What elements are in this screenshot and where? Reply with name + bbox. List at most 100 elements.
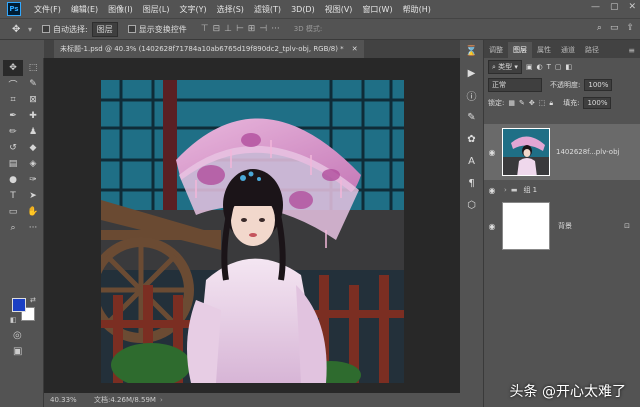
status-arrow-icon[interactable]: › [160, 396, 163, 404]
dropdown-arrow-icon[interactable]: ▾ [28, 25, 32, 34]
layer-item-group[interactable]: ◉ › ▬ 组 1 [484, 182, 640, 198]
menu-select[interactable]: 选择(S) [212, 4, 249, 15]
canvas-photo[interactable] [101, 80, 404, 383]
tab-channels[interactable]: 通道 [556, 42, 580, 58]
dodge-tool-icon[interactable]: ● [3, 172, 23, 188]
filter-smart-icon[interactable]: ◧ [566, 63, 573, 71]
lock-position-icon[interactable]: ✥ [529, 99, 535, 107]
healing-brush-tool-icon[interactable]: ✚ [23, 108, 43, 124]
eraser-tool-icon[interactable]: ◆ [23, 140, 43, 156]
more-options-icon[interactable]: ··· [271, 24, 280, 34]
menu-file[interactable]: 文件(F) [29, 4, 66, 15]
lock-artboard-icon[interactable]: ⬚ [539, 99, 546, 107]
rectangle-tool-icon[interactable]: ▭ [3, 204, 23, 220]
type-tool-icon[interactable]: T [3, 188, 23, 204]
align-right-icon[interactable]: ⊣ [259, 24, 267, 34]
blur-tool-icon[interactable]: ◈ [23, 156, 43, 172]
brush-tool-icon[interactable]: ✏ [3, 124, 23, 140]
marquee-tool-icon[interactable]: ⬚ [23, 60, 43, 76]
foreground-color-swatch[interactable] [12, 298, 26, 312]
menu-view[interactable]: 视图(V) [320, 4, 358, 15]
frame-tool-icon[interactable]: ⊠ [23, 92, 43, 108]
3d-icon[interactable]: ⬡ [460, 194, 483, 216]
menu-filter[interactable]: 滤镜(T) [249, 4, 286, 15]
chevron-right-icon[interactable]: › [504, 186, 507, 194]
blend-mode-dropdown[interactable]: 正常 [488, 78, 542, 92]
move-tool-icon[interactable]: ✥ [3, 60, 23, 76]
quick-select-tool-icon[interactable]: ✎ [23, 76, 43, 92]
panel-menu-icon[interactable]: ≡ [623, 43, 640, 58]
gradient-tool-icon[interactable]: ▤ [3, 156, 23, 172]
maximize-button[interactable]: ▢ [610, 2, 619, 12]
search-icon[interactable]: ⌕ [597, 23, 602, 33]
layer-name[interactable]: 1402628f...plv-obj [556, 148, 619, 156]
swap-colors-icon[interactable]: ⇄ [30, 296, 36, 304]
default-colors-icon[interactable]: ◧ [10, 316, 17, 324]
lasso-tool-icon[interactable]: ⌒ [3, 76, 23, 92]
canvas-area[interactable] [44, 58, 460, 393]
layer-name[interactable]: 背景 [558, 221, 572, 231]
lock-all-icon[interactable]: 🔒︎ [549, 99, 553, 108]
brush-settings-icon[interactable]: ✎ [460, 106, 483, 128]
share-icon[interactable]: ⇪ [626, 23, 634, 33]
eye-icon[interactable]: ◉ [484, 186, 500, 195]
brushes-icon[interactable]: ✿ [460, 128, 483, 150]
menu-edit[interactable]: 编辑(E) [66, 4, 103, 15]
minimize-button[interactable]: — [591, 2, 600, 12]
fill-input[interactable]: 100% [583, 97, 612, 109]
eyedropper-tool-icon[interactable]: ✒ [3, 108, 23, 124]
path-select-tool-icon[interactable]: ➤ [23, 188, 43, 204]
eye-icon[interactable]: ◉ [484, 148, 500, 157]
menu-help[interactable]: 帮助(H) [398, 4, 436, 15]
document-tab[interactable]: 未标题-1.psd @ 40.3% (1402628f71784a10ab676… [54, 40, 364, 58]
auto-select-dropdown[interactable]: 图层 [91, 21, 118, 37]
menu-window[interactable]: 窗口(W) [357, 4, 397, 15]
tab-adjustments[interactable]: 调整 [484, 42, 508, 58]
tab-properties[interactable]: 属性 [532, 42, 556, 58]
crop-tool-icon[interactable]: ⌗ [3, 92, 23, 108]
align-center-icon[interactable]: ⊞ [248, 24, 256, 34]
hand-tool-icon[interactable]: ✋ [23, 204, 43, 220]
layer-filter-dropdown[interactable]: ⌕ 类型 ▾ [488, 60, 522, 74]
close-window-button[interactable]: ✕ [628, 2, 636, 12]
history-brush-tool-icon[interactable]: ↺ [3, 140, 23, 156]
character-icon[interactable]: A [460, 150, 483, 172]
align-middle-icon[interactable]: ⊟ [213, 24, 221, 34]
auto-select-checkbox[interactable] [42, 25, 51, 33]
paragraph-icon[interactable]: ¶ [460, 172, 483, 194]
tab-paths[interactable]: 路径 [580, 42, 604, 58]
lock-paint-icon[interactable]: ✎ [519, 99, 525, 107]
align-top-icon[interactable]: ⊤ [201, 24, 209, 34]
menu-type[interactable]: 文字(Y) [174, 4, 211, 15]
tab-layers[interactable]: 图层 [508, 42, 532, 58]
menu-image[interactable]: 图像(I) [103, 4, 138, 15]
lock-pixels-icon[interactable]: ▦ [508, 99, 515, 107]
close-document-icon[interactable]: ✕ [352, 45, 358, 53]
zoom-tool-icon[interactable]: ⌕ [3, 220, 23, 236]
history-icon[interactable]: ⌛ [460, 40, 483, 62]
move-tool-icon[interactable]: ✥ [12, 24, 28, 35]
menu-3d[interactable]: 3D(D) [286, 5, 320, 14]
opacity-input[interactable]: 100% [584, 79, 613, 91]
more-tools-icon[interactable]: ··· [23, 220, 43, 236]
align-left-icon[interactable]: ⊢ [236, 24, 244, 34]
layer-item-background[interactable]: ◉ 背景 ⊡ [484, 198, 640, 254]
filter-type-icon[interactable]: T [547, 63, 551, 71]
quick-mask-icon[interactable]: ◎ [13, 330, 22, 341]
filter-adjustment-icon[interactable]: ◐ [537, 63, 543, 71]
show-transform-checkbox[interactable] [127, 25, 136, 33]
align-bottom-icon[interactable]: ⊥ [224, 24, 232, 34]
screen-mode-icon[interactable]: ▣ [13, 346, 22, 357]
menu-layer[interactable]: 图层(L) [138, 4, 175, 15]
filter-shape-icon[interactable]: ▢ [555, 63, 562, 71]
info-icon[interactable]: ⓘ [460, 84, 483, 106]
eye-icon[interactable]: ◉ [484, 222, 500, 231]
actions-icon[interactable]: ▶ [460, 62, 483, 84]
layer-name[interactable]: 组 1 [523, 185, 537, 195]
stamp-tool-icon[interactable]: ♟ [23, 124, 43, 140]
zoom-level[interactable]: 40.33% [50, 396, 94, 404]
layer-item-image[interactable]: ◉ 1402628f...plv-obj [484, 124, 640, 180]
filter-pixel-icon[interactable]: ▣ [526, 63, 533, 71]
pen-tool-icon[interactable]: ✑ [23, 172, 43, 188]
workspace-icon[interactable]: ▭ [610, 23, 619, 33]
